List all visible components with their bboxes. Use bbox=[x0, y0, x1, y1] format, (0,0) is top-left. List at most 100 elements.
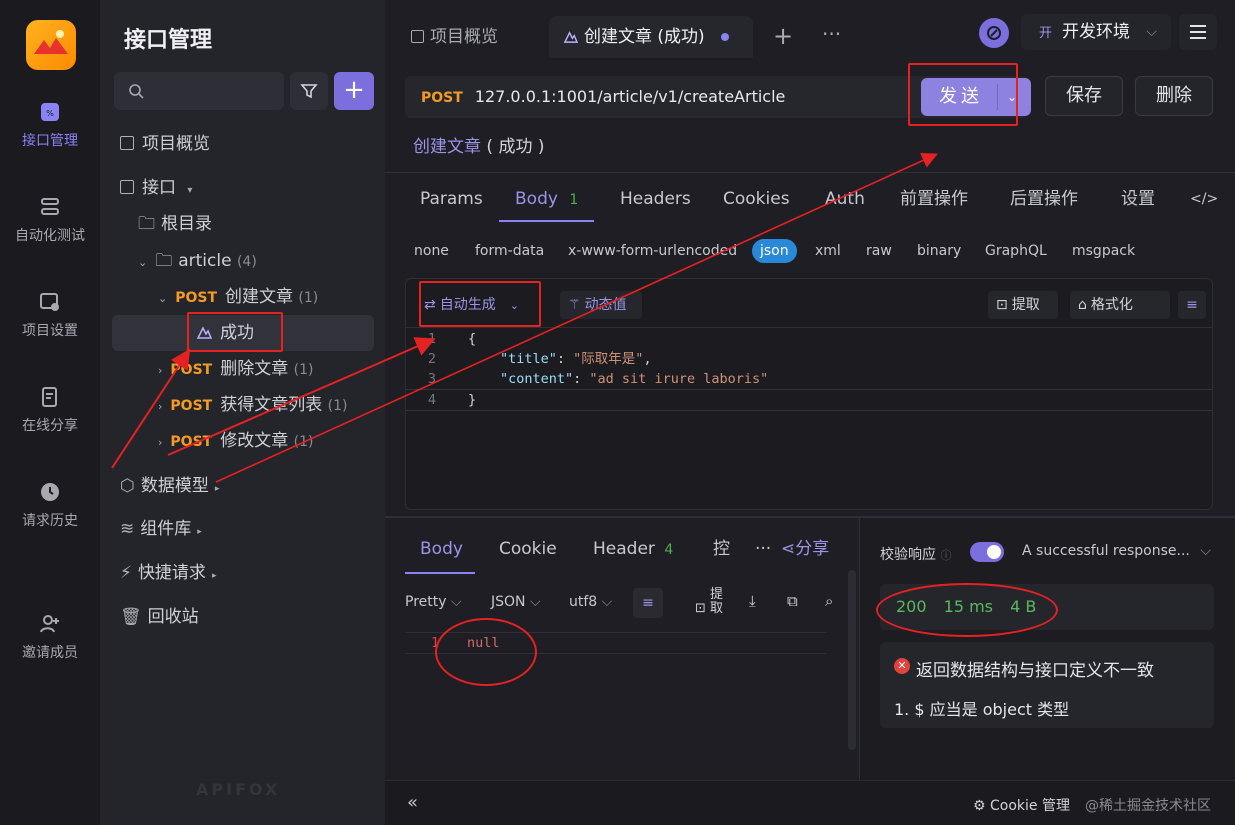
plus-icon: + bbox=[343, 75, 365, 105]
tree-item-data-model[interactable]: ⬡ 数据模型 ▸ bbox=[100, 468, 385, 504]
tab-pre-operations[interactable]: 前置操作 bbox=[900, 186, 968, 222]
format-button[interactable]: ⌂ 格式化 bbox=[1070, 291, 1170, 319]
cookie-manager-button[interactable]: ⚙ Cookie 管理 bbox=[973, 795, 1070, 815]
rail-item-api[interactable]: % 接口管理 bbox=[0, 100, 100, 180]
tree-item-quick-request[interactable]: ⚡ 快捷请求 ▸ bbox=[100, 555, 385, 591]
tree-item-article[interactable]: ⌄ 🗀 article (4) bbox=[100, 243, 385, 279]
tab-post-operations[interactable]: 后置操作 bbox=[1010, 186, 1078, 222]
body-type-binary[interactable]: binary bbox=[917, 240, 961, 262]
response-tab-console[interactable]: 控 bbox=[713, 536, 730, 572]
dynamic-value-button[interactable]: ⚚ 动态值 bbox=[560, 291, 642, 319]
sync-icon[interactable] bbox=[979, 18, 1009, 48]
extract-button[interactable]: ⊡ 提取 bbox=[988, 291, 1058, 319]
rail-label: 请求历史 bbox=[22, 513, 78, 529]
chevron-down-icon: ⌵ bbox=[1146, 24, 1157, 40]
rail-item-share[interactable]: 在线分享 bbox=[0, 385, 100, 465]
tab-body[interactable]: Body 1 bbox=[499, 186, 594, 222]
more-icon[interactable]: ··· bbox=[755, 536, 771, 572]
share-button[interactable]: ⋖分享 bbox=[781, 536, 829, 572]
env-label: 开发环境 bbox=[1062, 22, 1131, 42]
chevron-down-icon: ⌄ bbox=[138, 256, 148, 269]
body-type-json[interactable]: json bbox=[752, 239, 797, 263]
tab-label: 项目概览 bbox=[430, 27, 498, 47]
auto-generate-button[interactable]: ⇄ 自动生成 ⌄ bbox=[424, 291, 534, 319]
rail-item-invite[interactable]: 邀请成员 bbox=[0, 612, 100, 692]
chevron-down-icon: ⌄ bbox=[509, 299, 519, 312]
scrollbar[interactable] bbox=[848, 570, 856, 750]
request-name-link[interactable]: 创建文章 bbox=[413, 137, 481, 157]
tree-item-create-article[interactable]: ⌄ POST 创建文章 (1) bbox=[100, 279, 385, 315]
tree-item-components[interactable]: ≋ 组件库 ▸ bbox=[100, 511, 385, 547]
tree-count: (1) bbox=[293, 434, 314, 450]
encoding-select[interactable]: utf8 ⌵ bbox=[569, 594, 612, 610]
save-button[interactable]: 保存 bbox=[1045, 76, 1123, 116]
case-icon bbox=[563, 31, 579, 43]
tab-settings[interactable]: 设置 bbox=[1121, 186, 1155, 222]
filter-button[interactable] bbox=[290, 72, 328, 110]
rail-item-history[interactable]: 请求历史 bbox=[0, 480, 100, 560]
wrap-icon[interactable]: ≡ bbox=[633, 588, 663, 618]
json-value: "际取年是" bbox=[573, 351, 644, 367]
response-tab-cookie[interactable]: Cookie bbox=[499, 536, 557, 572]
new-tab-plus-icon[interactable]: + bbox=[773, 22, 793, 50]
rail-item-automation[interactable]: 自动化测试 bbox=[0, 195, 100, 275]
body-type-urlencoded[interactable]: x-www-form-urlencoded bbox=[568, 240, 737, 262]
body-type-msgpack[interactable]: msgpack bbox=[1072, 240, 1135, 262]
validate-select[interactable]: A successful response... ⌵ bbox=[1022, 543, 1211, 559]
url-input[interactable]: 127.0.0.1:1001/article/v1/createArticle bbox=[475, 87, 786, 106]
body-type-none[interactable]: none bbox=[414, 240, 449, 262]
tree-item-get-article-list[interactable]: › POST 获得文章列表 (1) bbox=[100, 387, 385, 423]
body-type-form-data[interactable]: form-data bbox=[475, 240, 544, 262]
add-button[interactable]: + bbox=[334, 72, 374, 110]
response-tab-header[interactable]: Header 4 bbox=[593, 536, 673, 572]
trash-icon: 🗑 bbox=[120, 607, 142, 627]
tree-item-api[interactable]: 接口 ▾ bbox=[100, 170, 385, 206]
code-icon[interactable]: </> bbox=[1190, 186, 1218, 222]
more-tabs-icon[interactable]: ··· bbox=[822, 22, 841, 46]
pretty-select[interactable]: Pretty ⌵ bbox=[405, 594, 462, 610]
copy-icon[interactable]: ⧉ bbox=[787, 592, 798, 610]
response-tab-body[interactable]: Body bbox=[405, 536, 475, 574]
error-detail: 1. $ 应当是 object 类型 bbox=[894, 700, 1070, 719]
validate-toggle[interactable] bbox=[970, 542, 1004, 562]
search-input[interactable] bbox=[114, 72, 284, 110]
tab-params[interactable]: Params bbox=[420, 186, 483, 222]
body-editor[interactable]: ⇄ 自动生成 ⌄ ⚚ 动态值 ⊡ 提取 ⌂ 格式化 ≡ 1{ 2 "title": "际取年… bbox=[405, 278, 1213, 510]
delete-button[interactable]: 删除 bbox=[1135, 76, 1213, 116]
code-area[interactable]: 1{ 2 "title": "际取年是", 3 "content": "ad sit… bbox=[406, 329, 1212, 411]
tree-item-root[interactable]: 🗀 根目录 bbox=[100, 206, 385, 242]
json-key: "content" bbox=[500, 371, 574, 387]
tab-cookies[interactable]: Cookies bbox=[723, 186, 790, 222]
menu-button[interactable] bbox=[1179, 14, 1217, 50]
body-type-graphql[interactable]: GraphQL bbox=[985, 240, 1047, 262]
body-type-xml[interactable]: xml bbox=[815, 240, 841, 262]
line-number: 3 bbox=[427, 371, 436, 387]
tree-item-case-success[interactable]: 成功 bbox=[112, 315, 374, 351]
body-type-raw[interactable]: raw bbox=[866, 240, 892, 262]
tab-overview[interactable]: 项目概览 bbox=[401, 16, 541, 58]
chevron-down-icon[interactable]: ⌄ bbox=[1007, 78, 1017, 116]
response-code-area[interactable]: 1 null bbox=[405, 632, 827, 654]
format-select[interactable]: JSON ⌵ bbox=[491, 594, 541, 610]
tree-item-update-article[interactable]: › POST 修改文章 (1) bbox=[100, 423, 385, 459]
apifox-watermark: APIFOX bbox=[196, 780, 281, 799]
tab-headers[interactable]: Headers bbox=[620, 186, 691, 222]
main-panel: 项目概览 创建文章 (成功) + ··· 开开发环境 ⌵ POST 127.0.0… bbox=[385, 0, 1235, 825]
tree-item-recycle[interactable]: 🗑 回收站 bbox=[100, 599, 385, 635]
collapse-sidebar-icon[interactable]: « bbox=[407, 792, 418, 813]
caret-right-icon: ▸ bbox=[214, 484, 220, 494]
send-button[interactable]: 发送 ⌄ bbox=[921, 78, 1031, 116]
lightning-icon: ⚡ bbox=[120, 563, 132, 583]
tree-item-delete-article[interactable]: › POST 删除文章 (1) bbox=[100, 351, 385, 387]
tab-create-article[interactable]: 创建文章 (成功) bbox=[549, 16, 753, 58]
tree-item-overview[interactable]: 项目概览 bbox=[100, 126, 385, 162]
tab-auth[interactable]: Auth bbox=[825, 186, 865, 222]
environment-select[interactable]: 开开发环境 ⌵ bbox=[1021, 14, 1171, 50]
search-icon[interactable]: ⌕ bbox=[825, 592, 833, 610]
wrap-icon[interactable]: ≡ bbox=[1178, 291, 1206, 319]
method-select[interactable]: POST bbox=[421, 90, 463, 106]
rail-item-project-settings[interactable]: 项目设置 bbox=[0, 290, 100, 370]
method-badge: POST bbox=[170, 362, 213, 378]
extract-button[interactable]: ⊡ 提取 bbox=[695, 588, 724, 616]
download-icon[interactable]: ⤓ bbox=[749, 592, 756, 610]
